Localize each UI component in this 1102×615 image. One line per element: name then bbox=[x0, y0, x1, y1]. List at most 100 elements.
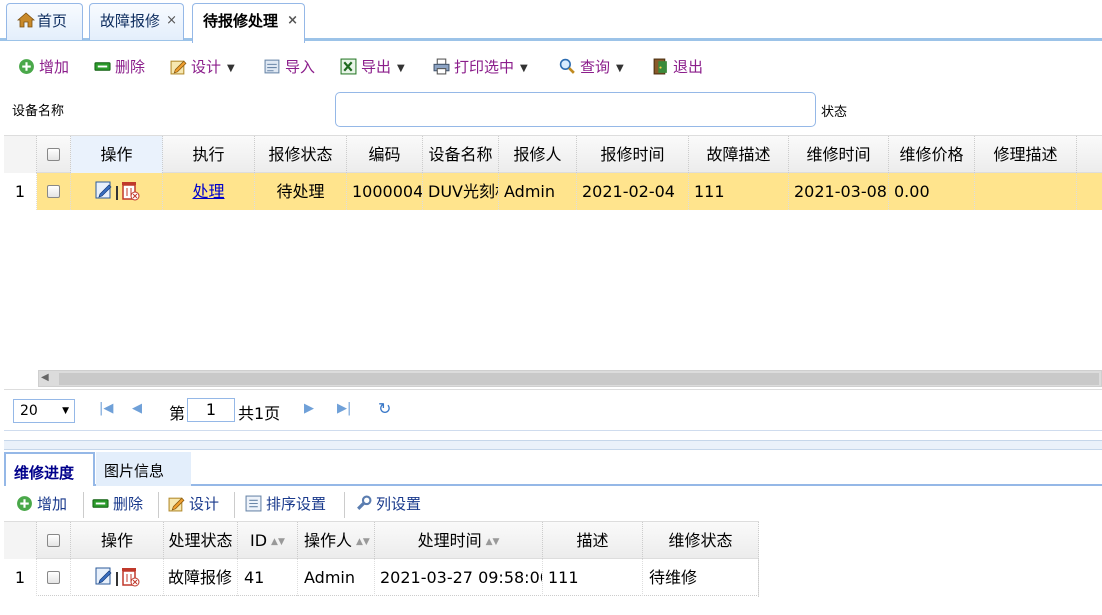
separator bbox=[344, 492, 345, 518]
separator bbox=[159, 398, 160, 424]
separator bbox=[291, 398, 292, 424]
col-header-repair-time[interactable]: 维修时间 bbox=[789, 136, 889, 173]
col-header-action[interactable]: 操作 bbox=[71, 136, 163, 173]
sort-settings-button[interactable]: 排序设置 bbox=[245, 493, 326, 515]
col-header-process-status[interactable]: 处理状态 bbox=[164, 522, 238, 559]
edit-icon bbox=[168, 497, 185, 512]
separator bbox=[366, 398, 367, 424]
col-header-report-status[interactable]: 报修状态 bbox=[255, 136, 347, 173]
col-header-report-time[interactable]: 报修时间 bbox=[577, 136, 689, 173]
add-label: 增加 bbox=[39, 58, 70, 76]
table-row[interactable]: 1 故障报修 41 Admin 2021-03-27 09:58:00 111 … bbox=[4, 559, 759, 596]
col-header-code[interactable]: 编码 bbox=[347, 136, 423, 173]
row-process-link-cell: 处理 bbox=[163, 173, 255, 210]
query-label: 查询 bbox=[580, 58, 611, 76]
delete-icon bbox=[92, 499, 109, 508]
export-button[interactable]: 导出 ▼ bbox=[340, 56, 405, 78]
row-fault-desc: 111 bbox=[689, 173, 789, 210]
trash-icon[interactable] bbox=[120, 565, 140, 587]
row-price: 0.00 bbox=[889, 173, 975, 210]
close-icon[interactable]: × bbox=[287, 4, 298, 38]
detail-add-button[interactable]: 增加 bbox=[16, 493, 67, 515]
design-button[interactable]: 设计 ▼ bbox=[170, 56, 235, 78]
device-name-input[interactable] bbox=[335, 92, 816, 127]
last-page-icon[interactable]: ▶| bbox=[337, 401, 351, 416]
row-report-time: 2021-02-04 bbox=[577, 173, 689, 210]
col-header-execute[interactable]: 执行 bbox=[163, 136, 255, 173]
select-all-checkbox[interactable] bbox=[37, 136, 71, 173]
exit-button[interactable]: 退出 bbox=[652, 56, 703, 78]
refresh-icon[interactable]: ↻ bbox=[378, 399, 391, 418]
col-header-device-name[interactable]: 设备名称 bbox=[423, 136, 499, 173]
repair-grid: 操作 执行 报修状态 编码 设备名称 报修人 报修时间 故障描述 维修时间 维修… bbox=[4, 135, 1102, 389]
horizontal-scrollbar[interactable]: ◀ bbox=[38, 370, 1102, 387]
row-process-status: 故障报修 bbox=[164, 559, 238, 596]
process-link[interactable]: 处理 bbox=[192, 182, 224, 201]
row-checkbox[interactable] bbox=[37, 559, 71, 596]
page-number-input[interactable]: 1 bbox=[187, 398, 235, 422]
table-row[interactable]: 1 处理 待处理 1000004 DUV光刻机 Admin 2021-02-04… bbox=[4, 173, 1102, 210]
tab-repair-progress[interactable]: 维修进度 bbox=[4, 452, 95, 486]
tab-label: 故障报修 bbox=[100, 12, 161, 30]
edit-icon[interactable] bbox=[94, 566, 114, 586]
add-button[interactable]: 增加 bbox=[18, 56, 69, 78]
query-button[interactable]: 查询 ▼ bbox=[559, 56, 624, 78]
tab-label: 待报修处理 bbox=[203, 12, 279, 30]
col-header-id[interactable]: ID ▲▼ bbox=[238, 522, 298, 559]
row-process-time: 2021-03-27 09:58:00 bbox=[375, 559, 543, 596]
excel-icon bbox=[340, 58, 357, 75]
col-header-reporter[interactable]: 报修人 bbox=[499, 136, 577, 173]
row-repair-desc bbox=[975, 173, 1077, 210]
progress-grid: 操作 处理状态 ID ▲▼ 操作人 ▲▼ 处理时间 ▲▼ 描述 维修状态 1 故障报修… bbox=[4, 521, 759, 597]
close-icon[interactable]: × bbox=[166, 4, 177, 38]
detail-design-button[interactable]: 设计 bbox=[168, 493, 219, 515]
print-button[interactable]: 打印选中 ▼ bbox=[433, 56, 528, 78]
col-header-desc[interactable]: 描述 bbox=[543, 522, 643, 559]
row-checkbox[interactable] bbox=[37, 173, 71, 210]
col-header-process-time[interactable]: 处理时间 ▲▼ bbox=[375, 522, 543, 559]
select-all-checkbox[interactable] bbox=[37, 522, 71, 559]
col-header-repair-status[interactable]: 维修状态 bbox=[643, 522, 759, 559]
column-settings-label: 列设置 bbox=[376, 495, 422, 513]
tab-image-info[interactable]: 图片信息 bbox=[96, 452, 191, 486]
tab-bar: 首页 故障报修 × 待报修处理 × bbox=[0, 0, 1102, 43]
chevron-down-icon: ▼ bbox=[520, 63, 528, 74]
trash-icon[interactable] bbox=[120, 179, 140, 201]
wrench-icon bbox=[357, 495, 372, 510]
col-header-repair-desc[interactable]: 修理描述 bbox=[975, 136, 1077, 173]
delete-button[interactable]: 删除 bbox=[94, 56, 145, 78]
panel-splitter[interactable] bbox=[4, 440, 1102, 450]
add-label: 增加 bbox=[37, 495, 68, 513]
row-number-header bbox=[4, 522, 37, 559]
sort-icon: ▲▼ bbox=[485, 537, 500, 547]
detail-tab-bar: 维修进度 图片信息 bbox=[4, 450, 1102, 486]
column-settings-button[interactable]: 列设置 bbox=[355, 493, 421, 515]
chevron-down-icon: ▼ bbox=[62, 406, 69, 416]
prev-page-icon[interactable]: ◀ bbox=[132, 401, 142, 416]
col-header-price[interactable]: 维修价格 bbox=[889, 136, 975, 173]
delete-label: 删除 bbox=[113, 495, 144, 513]
delete-icon bbox=[94, 62, 111, 71]
edit-icon[interactable] bbox=[94, 180, 114, 200]
col-header-fault-desc[interactable]: 故障描述 bbox=[689, 136, 789, 173]
first-page-icon[interactable]: |◀ bbox=[99, 401, 113, 416]
import-icon bbox=[264, 59, 280, 74]
import-button[interactable]: 导入 bbox=[264, 56, 315, 78]
detail-delete-button[interactable]: 删除 bbox=[92, 493, 143, 515]
next-page-icon[interactable]: ▶ bbox=[304, 401, 314, 416]
sort-icon bbox=[245, 495, 262, 512]
page-size-select[interactable]: 20 ▼ bbox=[13, 399, 75, 423]
tab-fault-report[interactable]: 故障报修 × bbox=[89, 3, 184, 40]
tab-home[interactable]: 首页 bbox=[6, 3, 83, 40]
col-header-action[interactable]: 操作 bbox=[71, 522, 164, 559]
detail-toolbar: 增加 删除 设计 排序设置 列设置 bbox=[4, 487, 1102, 521]
scrollbar-thumb[interactable] bbox=[59, 373, 1099, 385]
sort-icon: ▲▼ bbox=[356, 537, 370, 547]
scroll-left-icon[interactable]: ◀ bbox=[41, 372, 49, 383]
tab-pending-repair[interactable]: 待报修处理 × bbox=[192, 3, 305, 43]
col-header-operator[interactable]: 操作人 ▲▼ bbox=[298, 522, 375, 559]
import-label: 导入 bbox=[285, 58, 316, 76]
chevron-down-icon: ▼ bbox=[227, 63, 235, 74]
separator bbox=[158, 492, 159, 518]
print-label: 打印选中 bbox=[454, 58, 515, 76]
